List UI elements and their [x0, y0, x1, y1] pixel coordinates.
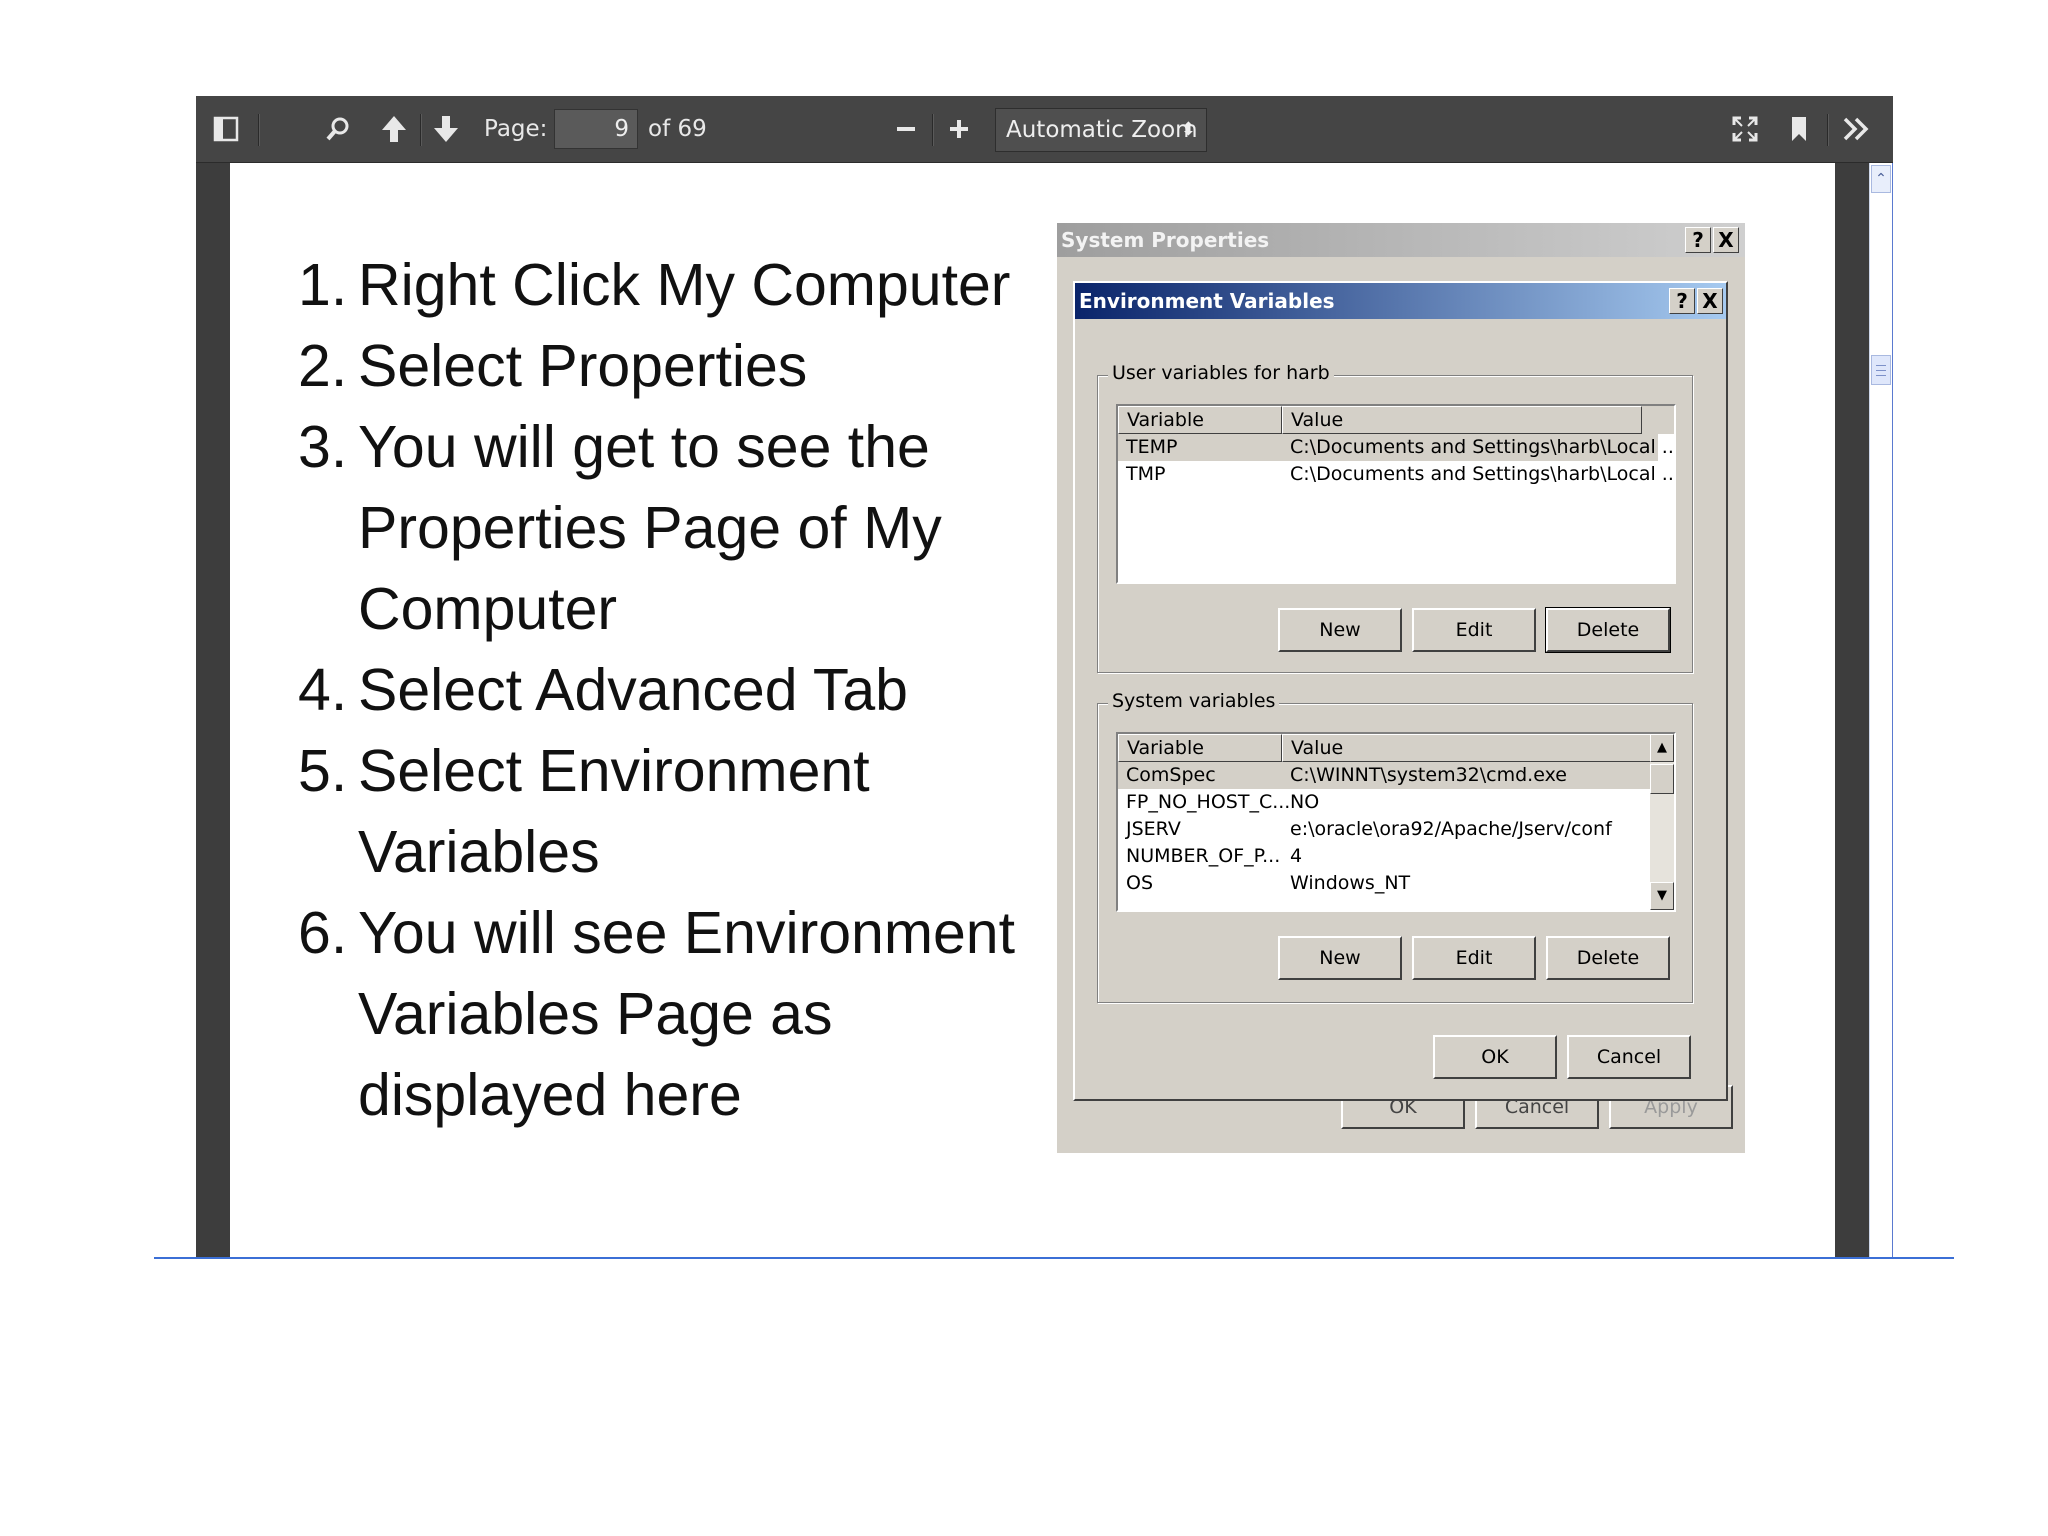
user-variables-group: User variables for harb Variable Value T…	[1097, 362, 1693, 673]
page-count: of 69	[648, 116, 707, 142]
system-edit-button: Edit	[1412, 936, 1536, 980]
environment-variables-titlebar: Environment Variables	[1075, 283, 1726, 319]
step-number: 6.	[298, 900, 348, 966]
step-text: Right Click My Computer	[358, 252, 1011, 318]
page-number-value: 9	[614, 116, 629, 142]
sidebar-toggle-icon[interactable]	[206, 107, 246, 151]
page-gutter-left	[196, 163, 230, 1258]
list-row: TMP C:\Documents and Settings\harb\Local…	[1126, 463, 1676, 485]
step-number: 3.	[298, 414, 348, 480]
instruction-step: 2. Select Properties	[298, 326, 1018, 407]
step-text: Select Properties	[358, 333, 808, 399]
step-number: 5.	[298, 738, 348, 804]
column-header-variable: Variable	[1118, 406, 1282, 434]
list-header: Variable Value	[1118, 734, 1674, 762]
list-scrollbar: ▲ ▼	[1650, 734, 1674, 910]
close-icon: X	[1713, 227, 1739, 253]
step-number: 4.	[298, 657, 348, 723]
help-icon: ?	[1685, 227, 1711, 253]
instruction-step: 5. Select Environment Variables	[298, 731, 1018, 893]
scroll-up-icon[interactable]: ⌃	[1871, 165, 1891, 193]
step-text: You will get to see the Properties Page …	[358, 414, 942, 642]
scroll-down-icon: ▼	[1650, 882, 1674, 910]
toolbar-separator	[420, 114, 421, 146]
list-row: NUMBER_OF_P... 4	[1126, 845, 1303, 867]
scroll-grip	[1876, 365, 1886, 366]
column-header-value: Value	[1282, 406, 1642, 434]
viewer-toolbar: Page: 9 of 69 Automatic Zoom ⬍	[196, 96, 1893, 163]
search-icon[interactable]	[318, 107, 358, 151]
instruction-step: 6. You will see Environment Variables Pa…	[298, 893, 1018, 1136]
instruction-step: 4. Select Advanced Tab	[298, 650, 1018, 731]
instruction-step: 1. Right Click My Computer	[298, 245, 1018, 326]
page-label: Page:	[484, 116, 548, 142]
instruction-step: 3. You will get to see the Properties Pa…	[298, 407, 1018, 650]
list-row: TEMP C:\Documents and Settings\harb\Loca…	[1118, 434, 1674, 461]
list-row: OS Windows_NT	[1126, 872, 1411, 894]
tools-icon[interactable]	[1836, 107, 1876, 151]
user-variables-list: Variable Value TEMP C:\Documents and Set…	[1116, 404, 1676, 584]
zoom-select[interactable]: Automatic Zoom ⬍	[995, 108, 1207, 152]
step-text: Select Advanced Tab	[358, 657, 908, 723]
page-gutter-right	[1835, 163, 1869, 1258]
scroll-thumb[interactable]	[1871, 355, 1891, 385]
list-header: Variable Value	[1118, 406, 1674, 434]
viewer-scrollbar[interactable]: ⌃	[1869, 163, 1893, 1258]
toolbar-separator	[932, 114, 933, 146]
toolbar-separator	[258, 114, 259, 146]
list-row: FP_NO_HOST_C... NO	[1126, 791, 1320, 813]
system-properties-title: System Properties	[1061, 228, 1270, 252]
presentation-mode-icon[interactable]	[1725, 107, 1765, 151]
step-text: You will see Environment Variables Page …	[358, 900, 1016, 1128]
instruction-list: 1. Right Click My Computer 2. Select Pro…	[298, 245, 1018, 1136]
environment-variables-dialog: Environment Variables ? X User variables…	[1073, 281, 1728, 1101]
column-header-variable: Variable	[1118, 734, 1282, 762]
bookmark-icon[interactable]	[1779, 107, 1819, 151]
user-variables-label: User variables for harb	[1108, 362, 1334, 384]
user-edit-button: Edit	[1412, 608, 1536, 652]
system-variables-group: System variables Variable Value ComSpec …	[1097, 690, 1693, 1003]
zoom-select-value: Automatic Zoom	[1006, 117, 1198, 143]
next-page-icon[interactable]	[426, 107, 466, 151]
frame-bottom-line	[154, 1257, 1954, 1259]
pdf-viewer: Page: 9 of 69 Automatic Zoom ⬍ 1. Right …	[196, 96, 1893, 1258]
list-row: JSERV e:\oracle\ora92/Apache/Jserv/conf	[1126, 818, 1612, 840]
document-area: 1. Right Click My Computer 2. Select Pro…	[196, 163, 1893, 1258]
list-row: ComSpec C:\WINNT\system32\cmd.exe	[1118, 762, 1658, 789]
page-number-input[interactable]: 9	[554, 109, 638, 149]
zoom-in-icon[interactable]	[939, 107, 979, 151]
close-icon: X	[1697, 288, 1723, 314]
env-ok-button: OK	[1433, 1035, 1557, 1079]
system-variables-list: Variable Value ComSpec C:\WINNT\system32…	[1116, 732, 1676, 912]
pdf-page: 1. Right Click My Computer 2. Select Pro…	[230, 163, 1835, 1258]
toolbar-separator	[1827, 114, 1828, 146]
scroll-grip	[1876, 370, 1886, 371]
system-delete-button: Delete	[1546, 936, 1670, 980]
step-number: 2.	[298, 333, 348, 399]
help-icon: ?	[1669, 288, 1695, 314]
step-number: 1.	[298, 252, 348, 318]
scroll-up-icon: ▲	[1650, 734, 1674, 762]
scroll-thumb	[1650, 764, 1674, 794]
system-properties-titlebar: System Properties	[1057, 223, 1745, 257]
previous-page-icon[interactable]	[374, 107, 414, 151]
embedded-dialog-screenshot: System Properties ? X OK Cancel Apply En…	[1057, 223, 1745, 1153]
system-variables-label: System variables	[1108, 690, 1280, 712]
column-header-value: Value	[1282, 734, 1654, 762]
scroll-grip	[1876, 375, 1886, 376]
step-text: Select Environment Variables	[358, 738, 870, 885]
user-new-button: New	[1278, 608, 1402, 652]
user-delete-button: Delete	[1545, 607, 1671, 653]
environment-variables-title: Environment Variables	[1079, 289, 1335, 313]
zoom-out-icon[interactable]	[886, 107, 926, 151]
select-arrows-icon: ⬍	[1180, 119, 1196, 140]
system-new-button: New	[1278, 936, 1402, 980]
env-cancel-button: Cancel	[1567, 1035, 1691, 1079]
